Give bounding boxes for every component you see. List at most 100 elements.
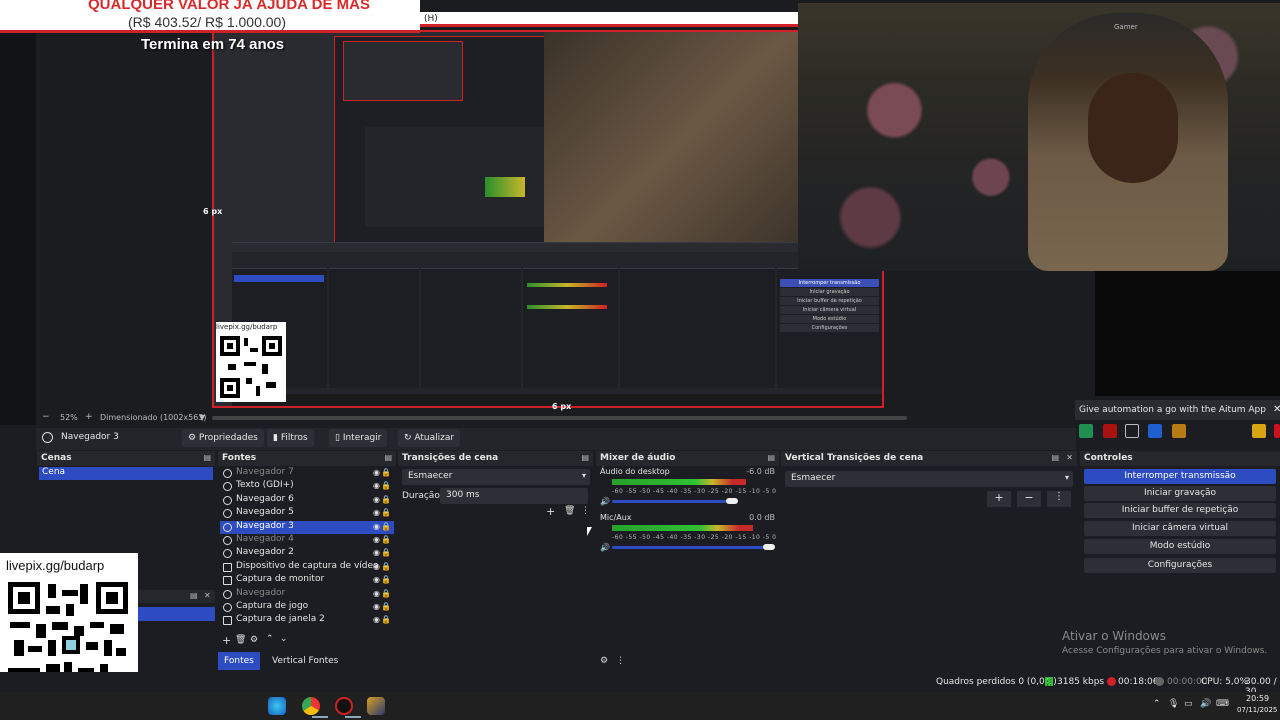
eye-icon[interactable]: ◉	[373, 481, 380, 490]
lock-icon[interactable]: 🔒	[381, 615, 391, 624]
add-icon[interactable]: +	[987, 491, 1011, 507]
close-icon[interactable]: ✕	[204, 591, 211, 600]
volume-knob[interactable]	[763, 544, 775, 550]
tab-vertical-sources[interactable]: Vertical Fontes	[266, 652, 344, 670]
record-icon[interactable]	[1103, 424, 1117, 438]
move-down-icon[interactable]: ⌄	[280, 634, 288, 644]
remove-source-icon[interactable]: 🗑	[235, 635, 246, 645]
network-icon[interactable]: ▭	[1184, 699, 1193, 709]
scene-item[interactable]: Cena	[39, 467, 213, 480]
lock-icon[interactable]: 🔒	[381, 589, 391, 598]
source-item[interactable]: Captura de janela 2 ◉ 🔒	[220, 614, 394, 627]
eye-icon[interactable]: ◉	[373, 535, 380, 544]
volume-knob[interactable]	[726, 498, 738, 504]
filters-button[interactable]: ▮ Filtros	[267, 429, 314, 447]
eye-icon[interactable]: ◉	[373, 589, 380, 598]
volume-slider[interactable]	[612, 500, 732, 503]
interact-button[interactable]: ▯ Interagir	[329, 429, 388, 447]
volume-icon[interactable]: 🔊	[600, 497, 610, 506]
keyboard-icon[interactable]: ⌨	[1216, 699, 1229, 709]
remove-icon[interactable]: −	[1017, 491, 1041, 507]
refresh-icon[interactable]	[1148, 424, 1162, 438]
eye-icon[interactable]: ◉	[373, 615, 380, 624]
source-item[interactable]: Navegador 7 ◉ 🔒	[220, 467, 394, 480]
zoom-in-button[interactable]: +	[85, 412, 93, 422]
dock-menu-icon[interactable]: ▤	[203, 453, 211, 462]
zoom-out-button[interactable]: −	[42, 412, 50, 422]
lock-icon[interactable]: 🔒	[381, 468, 391, 477]
eye-icon[interactable]: ◉	[373, 468, 380, 477]
close-icon[interactable]: ✕	[1066, 453, 1073, 462]
dock-menu-icon[interactable]: ▤	[767, 453, 775, 462]
more-icon[interactable]: ⋮	[616, 656, 625, 666]
dock-menu-icon[interactable]: ▤	[581, 453, 589, 462]
source-item[interactable]: Dispositivo de captura de vídeo ◉ 🔒	[220, 561, 394, 574]
move-up-icon[interactable]: ⌃	[266, 634, 274, 644]
duration-input[interactable]: 300 ms	[440, 488, 588, 504]
refresh-button[interactable]: ↻ Atualizar	[398, 429, 461, 447]
edge-icon[interactable]	[268, 697, 286, 715]
zoom-mode[interactable]: Dimensionado (1002x563)	[100, 413, 207, 422]
source-item[interactable]: Navegador 4 ◉ 🔒	[220, 534, 394, 547]
eye-icon[interactable]: ◉	[373, 602, 380, 611]
more-icon[interactable]: ⋮	[581, 506, 590, 516]
close-icon[interactable]: ✕	[1273, 404, 1280, 415]
eye-icon[interactable]: ◉	[373, 575, 380, 584]
chrome-icon[interactable]	[302, 697, 320, 715]
obs-icon[interactable]	[335, 697, 353, 715]
aitum-text[interactable]: Give automation a go with the Aitum App	[1079, 405, 1266, 415]
eye-icon[interactable]: ◉	[373, 508, 380, 517]
volume-icon[interactable]: 🔊	[1200, 699, 1211, 709]
volume-icon[interactable]: 🔊	[600, 543, 610, 552]
app-icon[interactable]	[367, 697, 385, 715]
source-item[interactable]: Navegador 2 ◉ 🔒	[220, 547, 394, 560]
preview-canvas[interactable]: Interromper transmissão Iniciar gravação…	[212, 30, 884, 408]
dock-menu-icon[interactable]: ▤	[190, 591, 198, 600]
link-icon[interactable]	[1079, 424, 1093, 438]
eye-icon[interactable]: ◉	[373, 562, 380, 571]
source-item[interactable]: Texto (GDI+) ◉ 🔒	[220, 480, 394, 493]
volume-slider[interactable]	[612, 546, 768, 549]
alert-icon[interactable]	[1274, 424, 1280, 438]
remove-transition-icon[interactable]: 🗑	[564, 506, 575, 516]
source-item[interactable]: Navegador 6 ◉ 🔒	[220, 494, 394, 507]
start-recording-button[interactable]: Iniciar gravação	[1084, 486, 1276, 501]
mixer-gear-icon[interactable]: ⚙	[600, 656, 608, 666]
start-virtual-camera-button[interactable]: Iniciar câmera virtual	[1084, 521, 1276, 536]
eye-icon[interactable]: ◉	[373, 495, 380, 504]
dock-menu-icon[interactable]: ▤	[384, 453, 392, 462]
transition-select[interactable]: Esmaecer ▾	[402, 469, 590, 485]
secondary-scene-item[interactable]	[138, 607, 215, 621]
properties-button[interactable]: ⚙ Propriedades	[182, 429, 264, 447]
eye-icon[interactable]: ◉	[373, 548, 380, 557]
source-item[interactable]: Navegador ◉ 🔒	[220, 588, 394, 601]
source-gear-icon[interactable]: ⚙	[250, 635, 258, 645]
clock-time[interactable]: 20:59	[1246, 694, 1269, 703]
lock-icon[interactable]: 🔒	[381, 575, 391, 584]
lock-icon[interactable]: 🔒	[381, 535, 391, 544]
preview-scrollbar[interactable]	[212, 416, 907, 420]
lock-icon[interactable]: 🔒	[381, 562, 391, 571]
source-item[interactable]: Captura de jogo ◉ 🔒	[220, 601, 394, 614]
folder-icon[interactable]	[1172, 424, 1186, 438]
dock-menu-icon[interactable]: ▤	[1051, 453, 1059, 462]
gear-icon[interactable]	[1252, 424, 1266, 438]
zoom-dropdown-icon[interactable]: ▼	[199, 413, 205, 422]
lock-icon[interactable]: 🔒	[381, 602, 391, 611]
lock-icon[interactable]: 🔒	[381, 495, 391, 504]
start-replay-buffer-button[interactable]: Iniciar buffer de repetição	[1084, 503, 1276, 518]
clock-date[interactable]: 07/11/2025	[1237, 706, 1277, 714]
more-icon[interactable]: ⋮	[1047, 491, 1071, 507]
lock-icon[interactable]: 🔒	[381, 508, 391, 517]
lock-icon[interactable]: 🔒	[381, 548, 391, 557]
tab-sources[interactable]: Fontes	[218, 652, 260, 670]
studio-mode-button[interactable]: Modo estúdio	[1084, 539, 1276, 554]
settings-button[interactable]: Configurações	[1084, 558, 1276, 573]
source-item[interactable]: Navegador 3 ◉ 🔒	[220, 520, 394, 534]
microphone-icon[interactable]: 🎙	[1168, 699, 1179, 709]
source-item[interactable]: Captura de monitor ◉ 🔒	[220, 574, 394, 587]
lock-icon[interactable]: 🔒	[381, 481, 391, 490]
eye-icon[interactable]: ◉	[373, 522, 380, 531]
add-source-icon[interactable]: +	[222, 634, 231, 647]
chevron-up-icon[interactable]: ⌃	[1153, 699, 1161, 709]
